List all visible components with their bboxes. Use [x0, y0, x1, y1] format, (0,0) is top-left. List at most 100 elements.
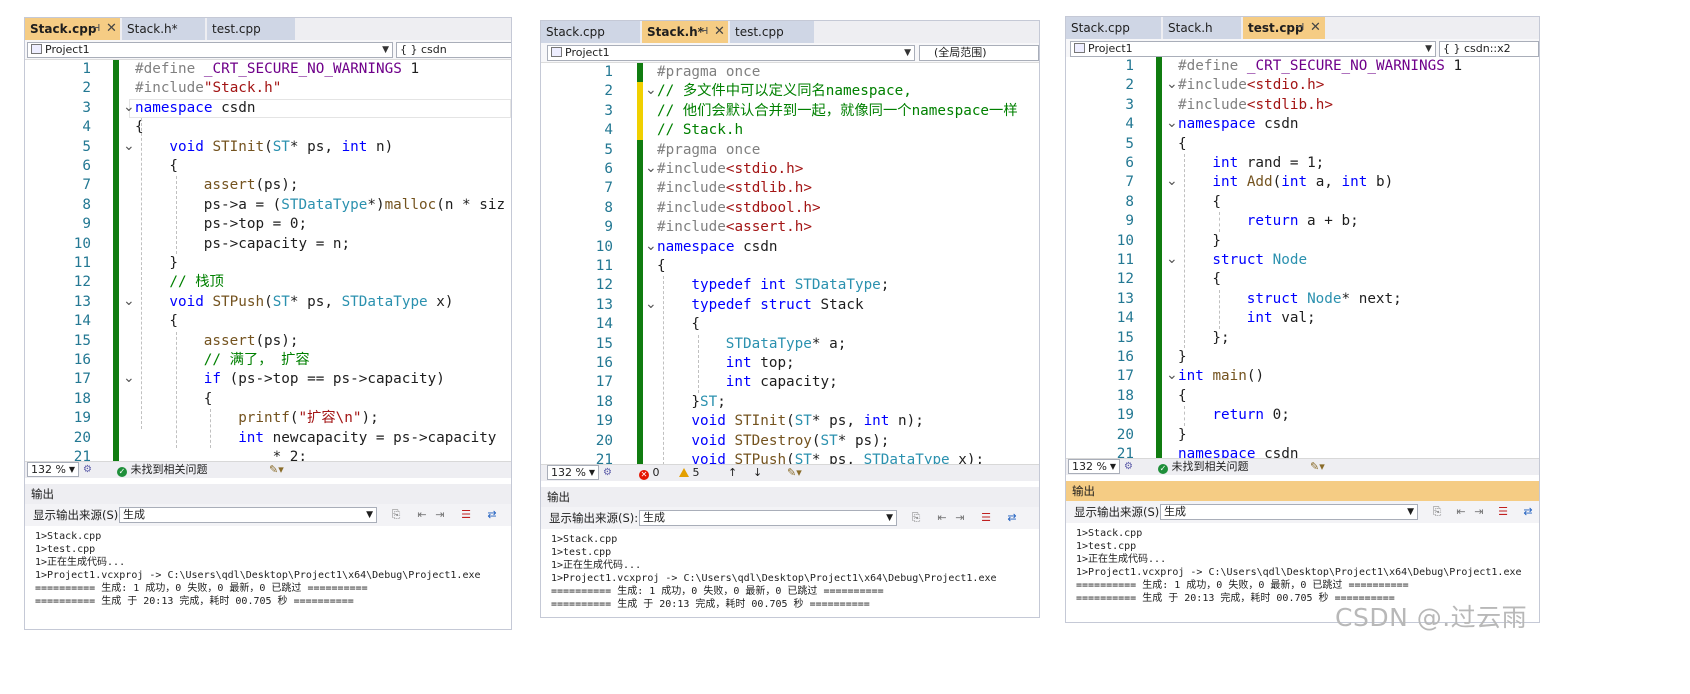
fold-chevron-icon[interactable]: ⌄ [123, 100, 135, 114]
code-line[interactable]: { [1178, 135, 1187, 154]
fold-chevron-icon[interactable]: ⌄ [645, 239, 657, 253]
code-line[interactable]: } [169, 254, 178, 273]
next-message-icon[interactable]: ⇥ [953, 511, 967, 524]
code-line[interactable]: typedef struct Stack [691, 296, 863, 315]
code-line[interactable]: #include<stdlib.h> [657, 179, 812, 198]
fold-chevron-icon[interactable]: ⌄ [123, 371, 135, 385]
prev-message-icon[interactable]: ⇤ [935, 511, 949, 524]
broom-icon[interactable]: ✎▾ [269, 462, 284, 478]
code-line[interactable]: #include"Stack.h" [135, 79, 281, 98]
code-line[interactable]: } [1212, 232, 1221, 251]
broom-icon[interactable]: ✎▾ [1310, 459, 1325, 475]
code-line[interactable]: }ST; [691, 393, 725, 412]
zoom-dropdown[interactable]: 132 % ▼ [547, 465, 599, 480]
tab-stack-h[interactable]: Stack.h* [122, 18, 205, 40]
code-line[interactable]: #include<stdbool.h> [657, 199, 821, 218]
fold-chevron-icon[interactable]: ⌄ [1166, 174, 1178, 188]
fold-chevron-icon[interactable]: ⌄ [123, 139, 135, 153]
code-line[interactable]: }; [1212, 329, 1229, 348]
close-icon[interactable]: ✕ [1310, 17, 1321, 39]
prev-message-icon[interactable]: ⇤ [415, 508, 429, 521]
zoom-dropdown[interactable]: 132 % ▼ [27, 462, 79, 477]
arrow-down-icon[interactable]: ↓ [753, 465, 762, 481]
clear-all-icon[interactable]: ☰ [979, 511, 993, 524]
code-line[interactable]: int val; [1247, 309, 1316, 328]
code-line[interactable]: assert(ps); [204, 332, 299, 351]
code-line[interactable]: namespace csdn [135, 99, 256, 118]
prev-message-icon[interactable]: ⇤ [1454, 505, 1468, 518]
goto-message-icon[interactable]: ⎘ [389, 508, 403, 521]
code-line[interactable]: { [691, 315, 700, 334]
code-line[interactable]: #include<stdlib.h> [1178, 96, 1333, 115]
output-source-dropdown[interactable]: 生成 ▼ [119, 507, 377, 523]
code-line[interactable]: // 满了， 扩容 [204, 351, 310, 370]
code-line[interactable]: } [1178, 348, 1187, 367]
code-line[interactable]: return 0; [1212, 406, 1289, 425]
code-line[interactable]: } [1178, 426, 1187, 445]
code-line[interactable]: // 他们会默认合并到一起，就像同一个namespace一样 [657, 102, 1018, 121]
fold-chevron-icon[interactable]: ⌄ [645, 161, 657, 175]
code-line[interactable]: namespace csdn [1178, 115, 1299, 134]
code-line[interactable]: int main() [1178, 367, 1264, 386]
code-line[interactable]: ps->a = (STDataType*)malloc(n * siz [204, 196, 505, 215]
code-line[interactable]: typedef int STDataType; [691, 276, 889, 295]
code-line[interactable]: { [1178, 387, 1187, 406]
project-dropdown[interactable]: Project1 ▼ [27, 42, 393, 58]
code-line[interactable]: int Add(int a, int b) [1212, 173, 1393, 192]
code-line[interactable]: * 2; [273, 448, 307, 461]
code-line[interactable]: { [204, 390, 213, 409]
code-line[interactable]: struct Node [1212, 251, 1307, 270]
code-line[interactable]: { [1212, 193, 1221, 212]
code-line[interactable]: #define _CRT_SECURE_NO_WARNINGS 1 [1178, 57, 1462, 76]
goto-message-icon[interactable]: ⎘ [909, 511, 923, 524]
tab-stack-h[interactable]: Stack.h [1163, 17, 1241, 39]
fold-chevron-icon[interactable]: ⌄ [1166, 368, 1178, 382]
close-icon[interactable]: ✕ [106, 18, 117, 40]
scope-dropdown[interactable]: { } csdn::x2 [1439, 41, 1539, 57]
code-line[interactable]: return a + b; [1247, 212, 1359, 231]
fold-chevron-icon[interactable]: ⌄ [1166, 116, 1178, 130]
code-editor[interactable]: 1 #define _CRT_SECURE_NO_WARNINGS 1 2 #incl… [25, 60, 511, 461]
fold-chevron-icon[interactable]: ⌄ [123, 294, 135, 308]
issues-indicator[interactable]: ✓ 未找到相关问题 [117, 462, 208, 478]
tab-stack-h[interactable]: Stack.h* ⊣ ✕ [642, 21, 728, 43]
word-wrap-icon[interactable]: ⇄ [1005, 511, 1019, 524]
code-editor[interactable]: 1 #pragma once 2// 多文件中可以定义同名namespace, ⌄ 3/… [541, 63, 1039, 464]
code-line[interactable]: namespace csdn [657, 238, 778, 257]
code-line[interactable]: #include<assert.h> [657, 218, 812, 237]
next-message-icon[interactable]: ⇥ [433, 508, 447, 521]
fold-chevron-icon[interactable]: ⌄ [645, 297, 657, 311]
broom-icon[interactable]: ✎▾ [787, 465, 802, 481]
output-source-dropdown[interactable]: 生成 ▼ [639, 510, 897, 526]
code-line[interactable]: ps->top = 0; [204, 215, 307, 234]
brush-icon[interactable]: ⚙ [603, 465, 612, 481]
arrow-up-icon[interactable]: ↑ [728, 465, 737, 481]
pin-icon[interactable]: ⊣ [91, 18, 100, 40]
fold-chevron-icon[interactable]: ⌄ [1166, 77, 1178, 91]
code-line[interactable]: #include<stdio.h> [657, 160, 803, 179]
pin-icon[interactable]: ⊣ [699, 21, 708, 43]
code-line[interactable]: #define _CRT_SECURE_NO_WARNINGS 1 [135, 60, 419, 79]
code-line[interactable]: { [1212, 270, 1221, 289]
clear-all-icon[interactable]: ☰ [1496, 505, 1510, 518]
code-line[interactable]: void STPush(ST* ps, STDataType x); [691, 451, 984, 464]
code-line[interactable]: #pragma once [657, 63, 760, 82]
code-line[interactable]: void STDestroy(ST* ps); [691, 432, 889, 451]
output-text[interactable]: 1>Stack.cpp 1>test.cpp 1>正在生成代码... 1>Projec… [25, 526, 511, 629]
code-line[interactable]: if (ps->top == ps->capacity) [204, 370, 445, 389]
pin-icon[interactable]: ⊣ [1295, 17, 1304, 39]
code-line[interactable]: #include<stdio.h> [1178, 76, 1324, 95]
tab-test-cpp[interactable]: test.cpp ⊣ ✕ [1243, 17, 1325, 39]
code-line[interactable]: void STPush(ST* ps, STDataType x) [169, 293, 453, 312]
issues-indicator[interactable]: ✓ 未找到相关问题 [1158, 459, 1249, 475]
scope-dropdown[interactable]: { } csdn [396, 42, 511, 58]
goto-message-icon[interactable]: ⎘ [1430, 505, 1444, 518]
code-line[interactable]: int capacity; [726, 373, 838, 392]
code-line[interactable]: int newcapacity = ps->capacity [238, 429, 496, 448]
clear-all-icon[interactable]: ☰ [459, 508, 473, 521]
warning-count[interactable]: 5 [679, 465, 700, 481]
code-line[interactable]: STDataType* a; [726, 335, 847, 354]
code-line[interactable]: { [169, 312, 178, 331]
code-line[interactable]: { [169, 157, 178, 176]
fold-chevron-icon[interactable]: ⌄ [645, 83, 657, 97]
